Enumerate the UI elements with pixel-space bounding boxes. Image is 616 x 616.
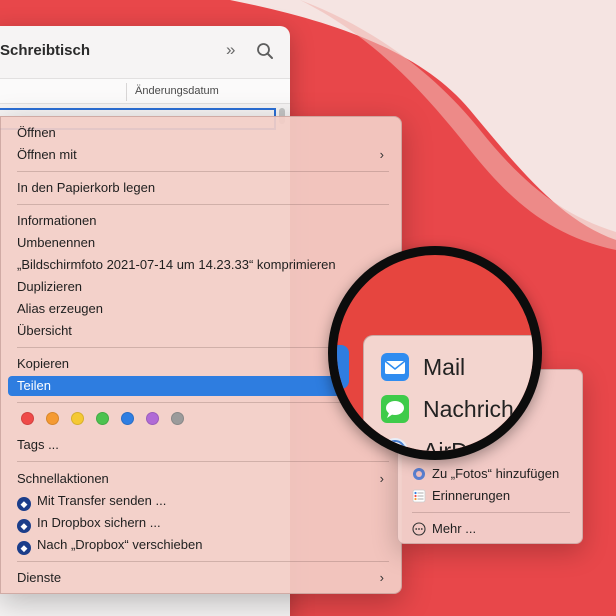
share-option-label: Mail xyxy=(423,354,466,380)
menu-item-label: Tags ... xyxy=(17,437,59,452)
menu-item-label: Duplizieren xyxy=(17,279,83,294)
menu-item-move-to-dropbox[interactable]: ◆ Nach „Dropbox“ verschieben xyxy=(8,535,396,555)
menu-separator xyxy=(17,204,389,205)
column-header-modified-date[interactable]: Änderungsdatum xyxy=(135,85,219,97)
menu-item-label: Öffnen xyxy=(17,125,56,140)
menu-item-label: Übersicht xyxy=(17,323,72,338)
column-header: Änderungsdatum xyxy=(0,78,290,104)
column-divider[interactable] xyxy=(126,83,127,101)
submenu-item-more[interactable]: Mehr ... xyxy=(412,521,476,536)
menu-separator xyxy=(17,402,389,403)
menu-item-label: Nach „Dropbox“ verschieben xyxy=(37,537,203,552)
submenu-item-label: Mehr ... xyxy=(432,521,477,536)
share-option-messages[interactable]: Nachrich xyxy=(381,395,514,423)
menu-item-label: Informationen xyxy=(17,213,97,228)
messages-icon xyxy=(381,395,409,423)
menu-item-get-info[interactable]: Informationen xyxy=(8,211,396,231)
search-icon[interactable] xyxy=(256,42,274,60)
window-title: Schreibtisch xyxy=(0,42,91,59)
toolbar-overflow-button[interactable]: » xyxy=(226,40,235,60)
menu-item-move-to-trash[interactable]: In den Papierkorb legen xyxy=(8,178,396,198)
tag-color-blue[interactable] xyxy=(121,412,134,425)
reminders-icon xyxy=(412,489,426,503)
submenu-item-label: Zu „Fotos“ hinzufügen xyxy=(432,466,560,481)
tag-color-purple[interactable] xyxy=(146,412,159,425)
tag-color-orange[interactable] xyxy=(46,412,59,425)
menu-item-rename[interactable]: Umbenennen xyxy=(8,233,396,253)
menu-separator xyxy=(17,561,389,562)
share-option-label: Nachrich xyxy=(423,396,514,422)
menu-item-open[interactable]: Öffnen xyxy=(8,123,396,143)
menu-item-label: Öffnen mit xyxy=(17,147,77,162)
dropbox-icon: ◆ xyxy=(17,541,31,555)
menu-item-label: Umbenennen xyxy=(17,235,96,250)
chevron-right-icon: › xyxy=(379,471,384,486)
menu-item-label: Mit Transfer senden ... xyxy=(37,493,167,508)
submenu-item-reminders[interactable]: Erinnerungen xyxy=(412,488,510,503)
submenu-item-label: Erinnerungen xyxy=(432,488,511,503)
mail-icon xyxy=(381,353,409,381)
menu-item-label: „Bildschirmfoto 2021-07-14 um 14.23.33“ … xyxy=(17,257,336,272)
chevron-right-icon: › xyxy=(379,570,384,585)
submenu-item-add-to-photos[interactable]: Zu „Fotos“ hinzufügen xyxy=(412,466,559,481)
menu-item-label: Alias erzeugen xyxy=(17,301,103,316)
tag-color-red[interactable] xyxy=(21,412,34,425)
magnifier-lens: Mail Nachrich AirDro xyxy=(328,246,542,460)
menu-item-services[interactable]: Dienste › xyxy=(8,568,396,588)
dropbox-icon: ◆ xyxy=(17,497,31,511)
menu-item-open-with[interactable]: Öffnen mit › xyxy=(8,145,396,165)
photos-icon xyxy=(413,468,425,480)
chevron-right-icon: › xyxy=(379,147,384,162)
menu-item-label: Kopieren xyxy=(17,356,70,371)
dropbox-icon: ◆ xyxy=(17,519,31,533)
menu-item-label: Dienste xyxy=(17,570,62,585)
magnified-selection-edge xyxy=(337,345,349,389)
magnified-content: Mail Nachrich AirDro xyxy=(337,255,533,451)
menu-item-send-with-transfer[interactable]: ◆ Mit Transfer senden ... xyxy=(8,491,396,511)
more-icon xyxy=(412,522,426,536)
tag-color-green[interactable] xyxy=(96,412,109,425)
tag-color-yellow[interactable] xyxy=(71,412,84,425)
menu-item-label: Schnellaktionen xyxy=(17,471,109,486)
menu-item-save-to-dropbox[interactable]: ◆ In Dropbox sichern ... xyxy=(8,513,396,533)
tag-color-gray[interactable] xyxy=(171,412,184,425)
menu-separator xyxy=(17,461,389,462)
menu-item-label: In den Papierkorb legen xyxy=(17,180,156,195)
menu-item-label: In Dropbox sichern ... xyxy=(37,515,161,530)
menu-separator xyxy=(17,171,389,172)
share-option-mail[interactable]: Mail xyxy=(381,353,465,381)
menu-separator xyxy=(412,512,570,513)
menu-item-label: Teilen xyxy=(17,378,51,393)
menu-item-quick-actions[interactable]: Schnellaktionen › xyxy=(8,469,396,489)
